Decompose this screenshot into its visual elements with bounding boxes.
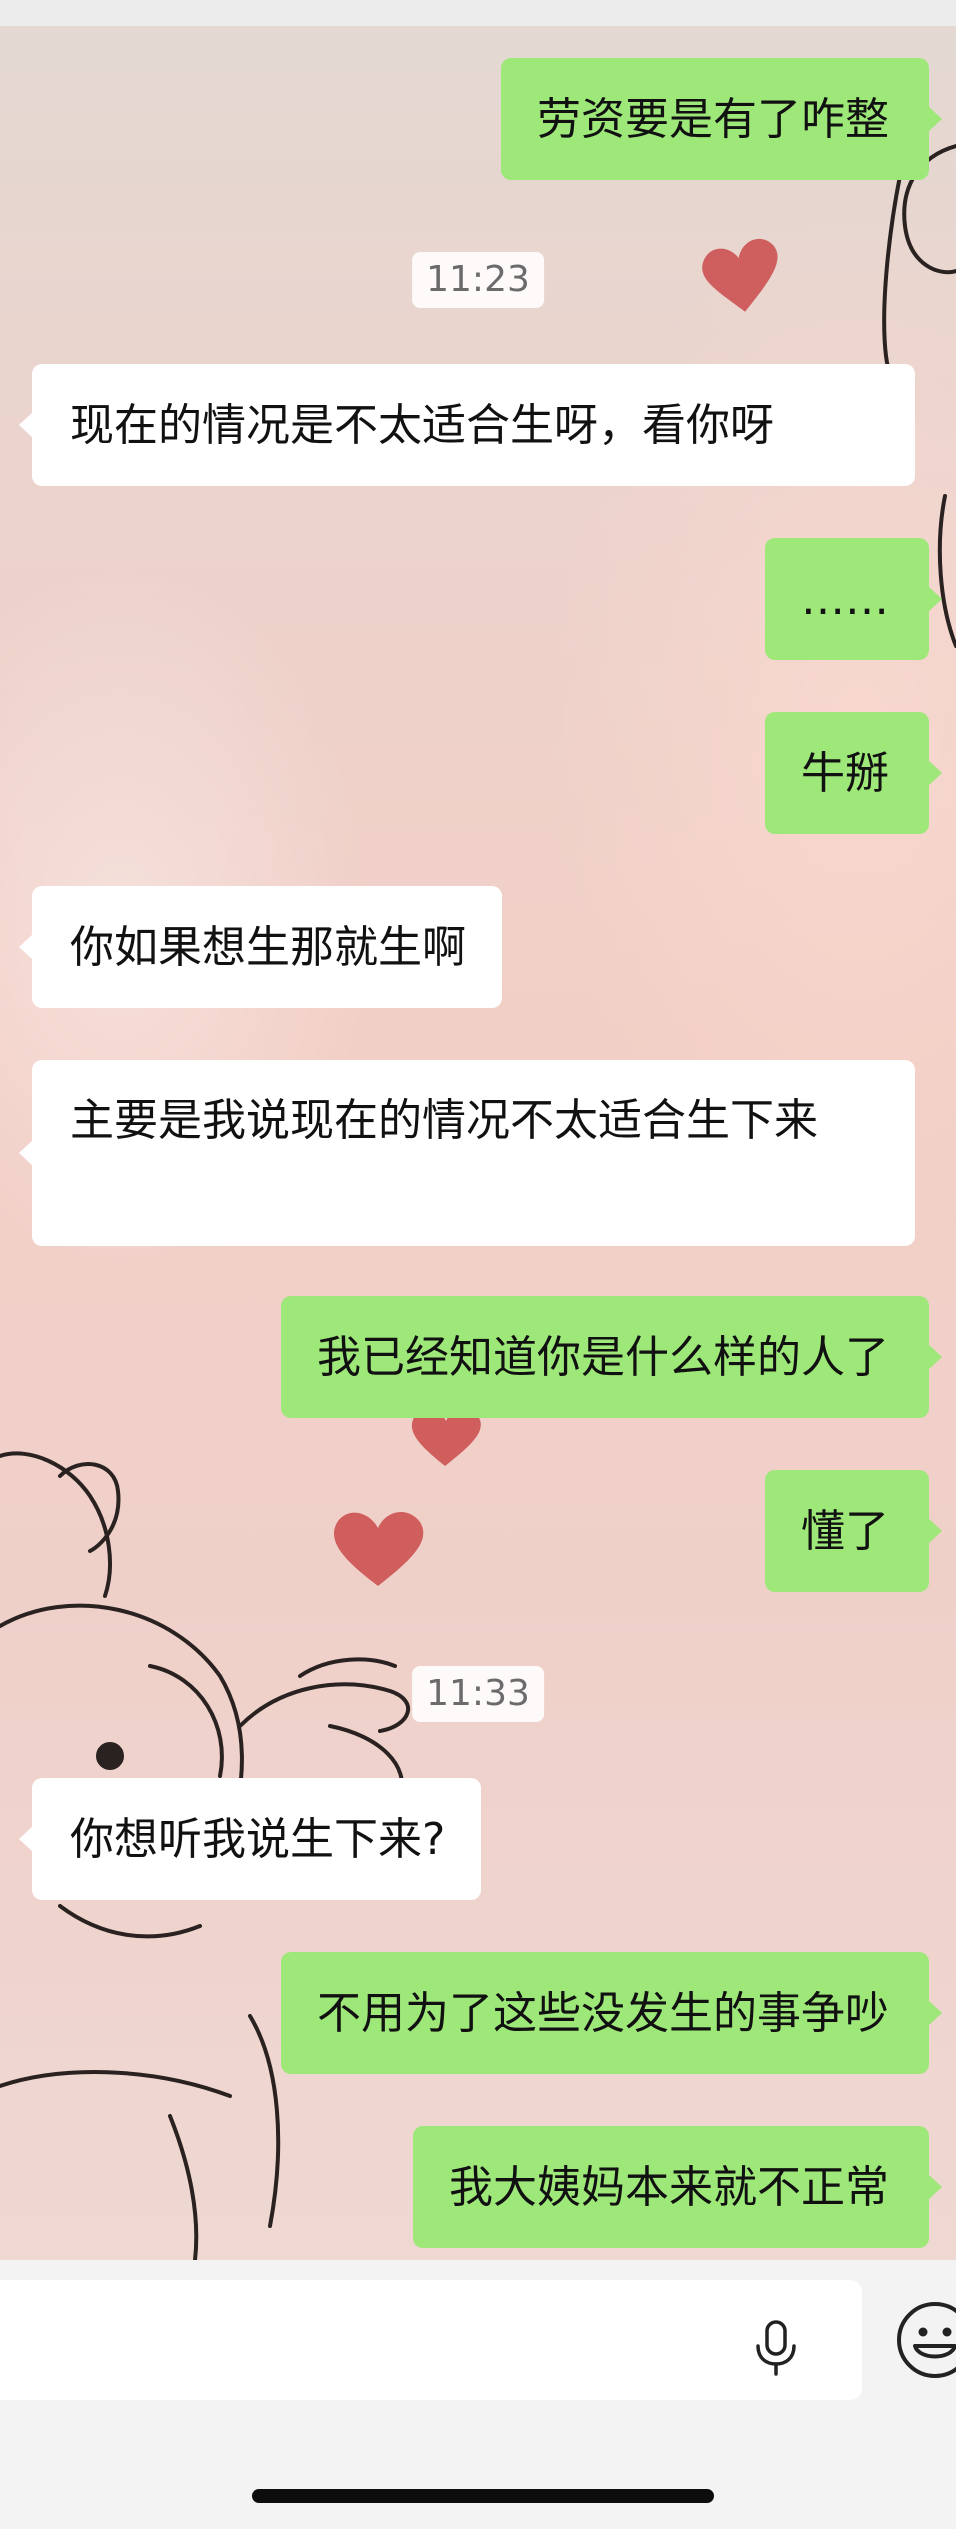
message-text: 懂了: [801, 1506, 889, 1557]
message-text: 牛掰: [801, 748, 889, 799]
chat-message-outgoing[interactable]: ……: [765, 538, 942, 660]
chat-message-incoming[interactable]: 现在的情况是不太适合生呀，看你呀: [19, 364, 915, 486]
message-text: 你想听我说生下来?: [70, 1814, 446, 1865]
message-text: 劳资要是有了咋整: [537, 94, 889, 145]
chat-message-outgoing[interactable]: 懂了: [765, 1470, 942, 1592]
chat-message-outgoing[interactable]: 不用为了这些没发生的事争吵: [281, 1952, 942, 2074]
chat-message-outgoing[interactable]: 牛掰: [765, 712, 942, 834]
top-strip: [0, 0, 956, 26]
message-text: 我大姨妈本来就不正常: [449, 2162, 889, 2213]
home-indicator: [252, 2489, 714, 2503]
emoji-icon[interactable]: [895, 2300, 956, 2380]
message-text: 你如果想生那就生啊: [70, 922, 466, 973]
chat-message-outgoing[interactable]: 我已经知道你是什么样的人了: [281, 1296, 942, 1418]
chat-message-incoming[interactable]: 你想听我说生下来?: [18, 1778, 482, 1900]
timestamp: 11:33: [412, 1666, 544, 1722]
timestamp: 11:23: [412, 252, 544, 308]
message-text: ……: [801, 574, 889, 625]
chat-message-outgoing[interactable]: 我大姨妈本来就不正常: [413, 2126, 942, 2248]
microphone-icon[interactable]: [752, 2320, 800, 2376]
message-text: 主要是我说现在的情况不太适合生下来: [70, 1095, 818, 1146]
message-text: 现在的情况是不太适合生呀，看你呀: [70, 400, 774, 451]
chat-message-outgoing[interactable]: 劳资要是有了咋整: [501, 58, 942, 180]
chat-message-incoming[interactable]: 主要是我说现在的情况不太适合生下来: [19, 1060, 915, 1246]
input-bar: [0, 2260, 956, 2529]
message-text: 不用为了这些没发生的事争吵: [317, 1988, 889, 2039]
message-text: 我已经知道你是什么样的人了: [317, 1332, 889, 1383]
chat-area[interactable]: 劳资要是有了咋整 11:23 现在的情况是不太适合生呀，看你呀 …… 牛掰 你如…: [0, 26, 956, 2260]
message-input[interactable]: [0, 2280, 862, 2400]
chat-message-incoming[interactable]: 你如果想生那就生啊: [19, 886, 502, 1008]
